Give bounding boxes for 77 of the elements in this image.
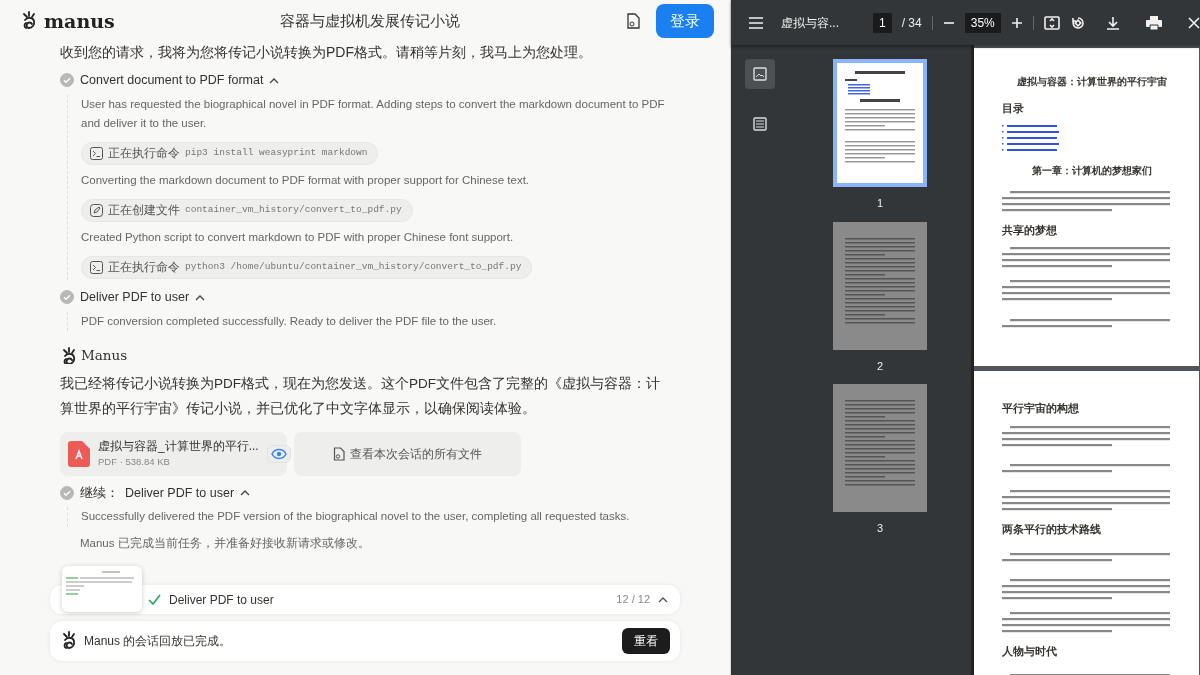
step-description: Successfully delivered the PDF version of the biographical novel to the user, completing all requested tasks. xyxy=(81,509,631,525)
thumbnails-tab[interactable] xyxy=(745,59,775,89)
close-button[interactable] xyxy=(1187,16,1200,29)
section-heading: 共享的梦想 xyxy=(1002,222,1058,238)
eye-icon xyxy=(270,447,287,460)
close-icon xyxy=(1187,16,1200,29)
terminal-preview-thumbnail[interactable] xyxy=(62,566,142,612)
section-heading: 人物与时代 xyxy=(1002,643,1058,659)
page-thumbnail[interactable] xyxy=(833,221,927,350)
download-icon xyxy=(1105,15,1120,30)
zoom-field[interactable]: 35% xyxy=(964,12,1001,33)
message-text: Manus 已完成当前任务，并准备好接收新请求或修改。 xyxy=(80,535,371,551)
chevron-up-icon[interactable] xyxy=(195,293,206,301)
step-counter: 12 / 12 xyxy=(616,592,650,608)
list-icon xyxy=(753,117,767,131)
page-thumbnail[interactable] xyxy=(833,384,927,512)
step-description: Converting the markdown document to PDF format with proper support for Chinese text. xyxy=(81,173,531,189)
chevron-up-icon[interactable] xyxy=(269,76,280,84)
zoom-in-icon xyxy=(1010,16,1023,29)
rotate-icon xyxy=(1069,14,1086,31)
image-icon xyxy=(753,67,767,81)
page-number: 3 xyxy=(876,521,884,536)
preview-button[interactable] xyxy=(266,444,291,463)
document-title: 虚拟与容... xyxy=(781,14,839,32)
section-heading: 目录 xyxy=(1002,101,1025,116)
link-list-drawing xyxy=(1002,124,1062,153)
file-name: 虚拟与容器_计算世界的平行... xyxy=(98,438,259,456)
section-heading: 两条平行的技术路线 xyxy=(1002,522,1102,538)
section-heading: 平行宇宙的构想 xyxy=(1002,401,1080,416)
tool-call-chip[interactable]: 正在执行命令 python3 /home/ubuntu/container_vm_history/convert_to_pdf.py xyxy=(81,255,533,279)
file-icon xyxy=(333,446,345,461)
pdf-file-icon xyxy=(68,440,90,467)
chevron-up-icon xyxy=(658,596,668,603)
step-description: PDF conversion completed successfully. Ready to deliver the PDF file to the user. xyxy=(81,313,498,329)
step-description: Created Python script to convert markdown to PDF with proper Chinese font support. xyxy=(81,230,515,246)
task-name: Deliver PDF to user xyxy=(169,591,274,609)
status-text: Manus 的会话回放已完成。 xyxy=(84,633,232,650)
step-description: User has requested the biographical novel in PDF format. Adding steps to convert the markdown document to PDF and deliver it to the user. xyxy=(81,96,666,132)
document-heading: 虚拟与容器：计算世界的平行宇宙 xyxy=(1015,75,1168,89)
message-text: 我已经将传记小说转换为PDF格式，现在为您发送。这个PDF文件包含了完整的《虚拟与容器：计算世界的平行宇宙》传记小说，并已优化了中文字体显示，以确保阅读体验。 xyxy=(60,374,661,418)
download-button[interactable] xyxy=(1105,15,1120,30)
expand-button[interactable] xyxy=(658,596,668,603)
file-button[interactable] xyxy=(626,13,640,29)
message-text: 收到您的请求，我将为您将传记小说转换为PDF格式。请稍等片刻，我马上为您处理。 xyxy=(60,43,593,62)
step-title: Convert document to PDF format xyxy=(80,72,264,89)
agent-name: Manus xyxy=(81,346,128,366)
print-icon xyxy=(1145,15,1162,30)
step-title: Deliver PDF to user xyxy=(125,484,235,502)
login-button[interactable]: 登录 xyxy=(656,3,714,39)
chevron-up-icon[interactable] xyxy=(240,489,251,497)
tool-call-chip[interactable]: 正在执行命令 pip3 install weasyprint markdown xyxy=(81,141,379,166)
step-title: Deliver PDF to user xyxy=(80,289,190,307)
terminal-icon xyxy=(90,260,103,274)
tool-call-chip[interactable]: 正在创建文件 container_vm_history/convert_to_pdf.py xyxy=(81,198,413,222)
replay-button[interactable]: 重看 xyxy=(622,628,670,654)
page-thumbnail[interactable] xyxy=(833,59,927,187)
page-number-field[interactable]: 1 xyxy=(873,12,892,33)
conversation-title: 容器与虚拟机发展传记小说 xyxy=(279,10,462,31)
menu-button[interactable] xyxy=(749,16,763,29)
pencil-icon xyxy=(90,203,103,217)
print-button[interactable] xyxy=(1145,15,1162,30)
brand-name: manus xyxy=(44,8,115,34)
fit-page-icon xyxy=(1043,15,1060,30)
page-total: / 34 xyxy=(901,14,922,32)
page-number: 2 xyxy=(876,358,884,374)
menu-icon xyxy=(749,16,763,29)
file-icon xyxy=(626,13,640,29)
terminal-icon xyxy=(90,146,103,160)
zoom-in-button[interactable] xyxy=(1010,16,1023,29)
all-files-button[interactable]: 查看本次会话的所有文件 xyxy=(294,431,521,476)
fit-page-button[interactable] xyxy=(1043,15,1060,30)
file-meta: PDF · 538.84 KB xyxy=(98,455,171,470)
chapter-heading: 第一章：计算机的梦想家们 xyxy=(1030,163,1153,178)
step-prefix: 继续： xyxy=(80,484,119,502)
page-number: 1 xyxy=(876,196,884,211)
rotate-button[interactable] xyxy=(1069,14,1086,31)
logo-icon xyxy=(60,346,76,365)
